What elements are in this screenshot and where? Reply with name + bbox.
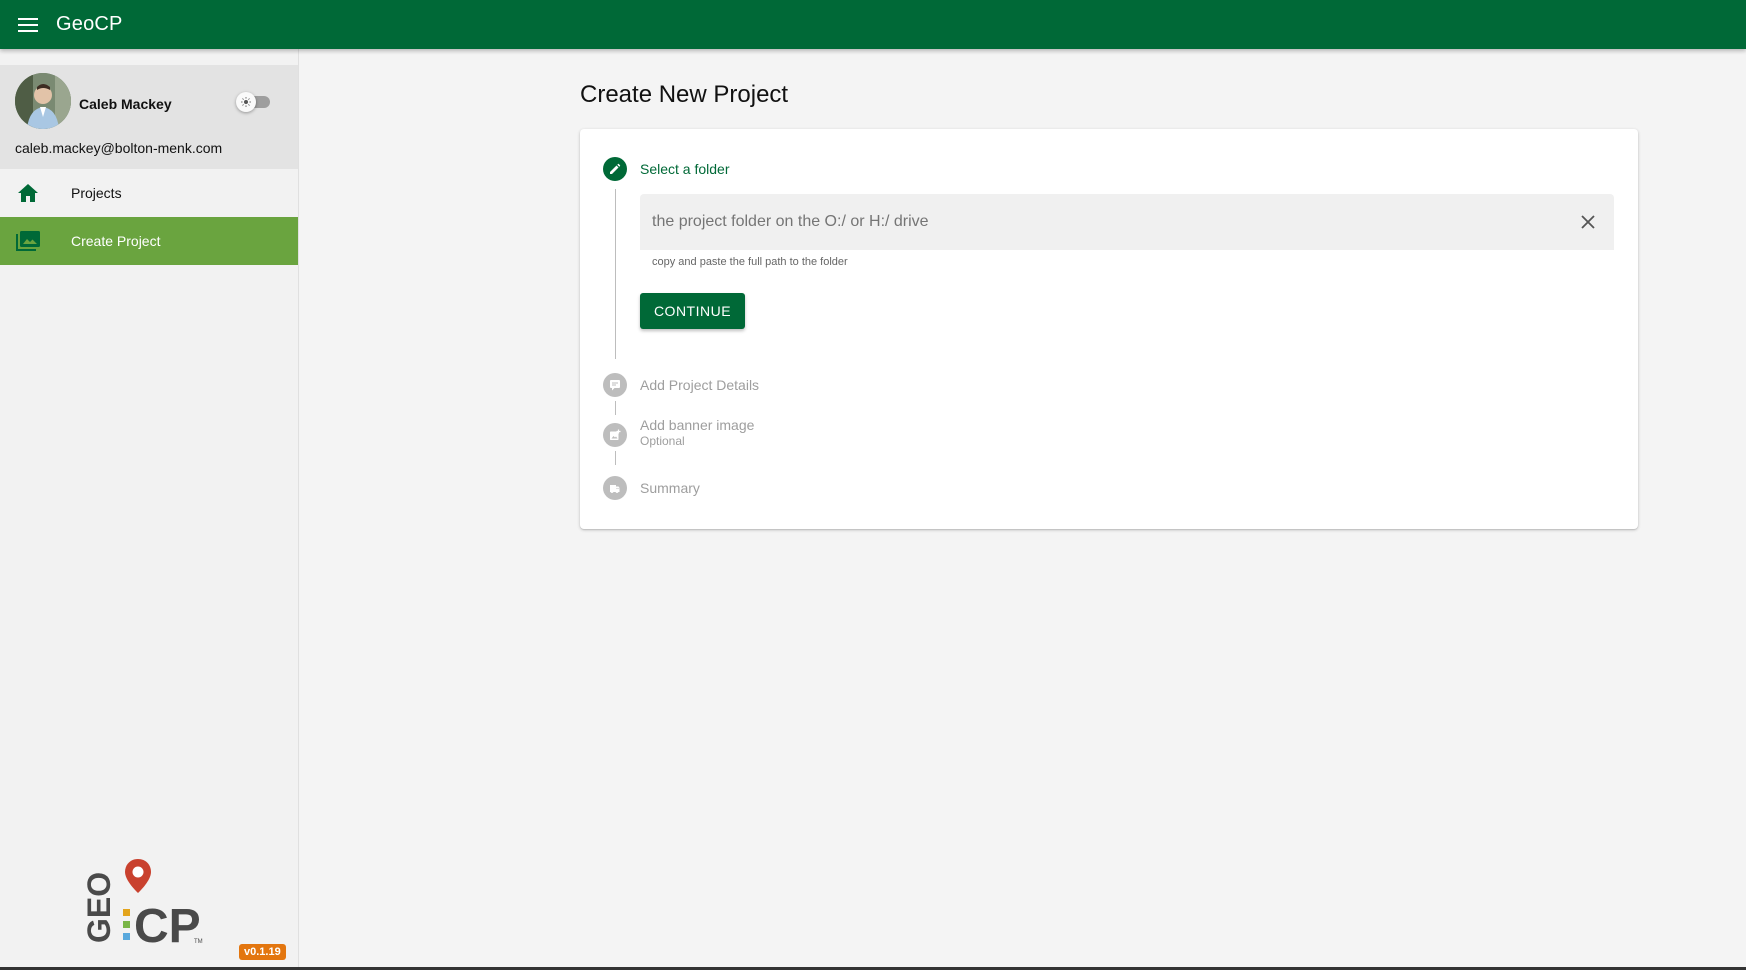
hamburger-menu-icon[interactable]	[0, 0, 56, 49]
step-optional-label: Optional	[640, 434, 685, 448]
theme-toggle[interactable]	[236, 92, 272, 112]
user-profile: Caleb Mackey caleb.mackey@bolton-menk.co…	[0, 65, 298, 169]
sidebar-item-label: Create Project	[71, 233, 161, 249]
pencil-icon[interactable]	[603, 157, 627, 181]
sidebar: Caleb Mackey caleb.mackey@bolton-menk.co…	[0, 49, 299, 970]
continue-button[interactable]: CONTINUE	[640, 293, 745, 329]
sidebar-item-projects[interactable]: Projects	[0, 169, 298, 217]
step-add-banner-image[interactable]: Add banner image	[640, 417, 754, 433]
step-connector	[615, 451, 616, 465]
close-icon[interactable]	[1568, 202, 1608, 242]
svg-text:GEO: GEO	[86, 872, 117, 943]
add-image-icon[interactable]	[603, 423, 627, 447]
svg-text:CP: CP	[134, 900, 201, 947]
folder-path-input[interactable]	[640, 194, 1568, 250]
app-bar: GeoCP	[0, 0, 1746, 49]
summary-icon[interactable]	[603, 476, 627, 500]
folder-field-hint: copy and paste the full path to the fold…	[652, 256, 848, 268]
page-title: Create New Project	[580, 81, 789, 108]
step-add-project-details[interactable]: Add Project Details	[640, 377, 759, 393]
step-summary[interactable]: Summary	[640, 480, 700, 496]
sun-icon	[236, 92, 256, 112]
create-project-stepper: Select a folder copy and paste the full …	[580, 129, 1638, 529]
folder-path-field[interactable]	[640, 194, 1614, 250]
sidebar-nav: Projects Create Project	[0, 169, 298, 265]
app-title: GeoCP	[56, 13, 123, 35]
step-connector	[615, 401, 616, 415]
details-icon[interactable]	[603, 373, 627, 397]
avatar	[15, 73, 71, 129]
photo-library-icon	[0, 217, 56, 265]
home-icon	[0, 169, 56, 217]
step-connector	[615, 189, 616, 359]
logo-trademark: TM	[194, 939, 203, 945]
user-email: caleb.mackey@bolton-menk.com	[15, 140, 223, 156]
sidebar-item-label: Projects	[71, 185, 122, 201]
sidebar-item-create-project[interactable]: Create Project	[0, 217, 298, 265]
step-select-folder[interactable]: Select a folder	[640, 161, 730, 177]
geocp-logo: GEO CP TM	[81, 857, 216, 953]
version-badge: v0.1.19	[239, 944, 286, 960]
user-name: Caleb Mackey	[79, 96, 172, 112]
